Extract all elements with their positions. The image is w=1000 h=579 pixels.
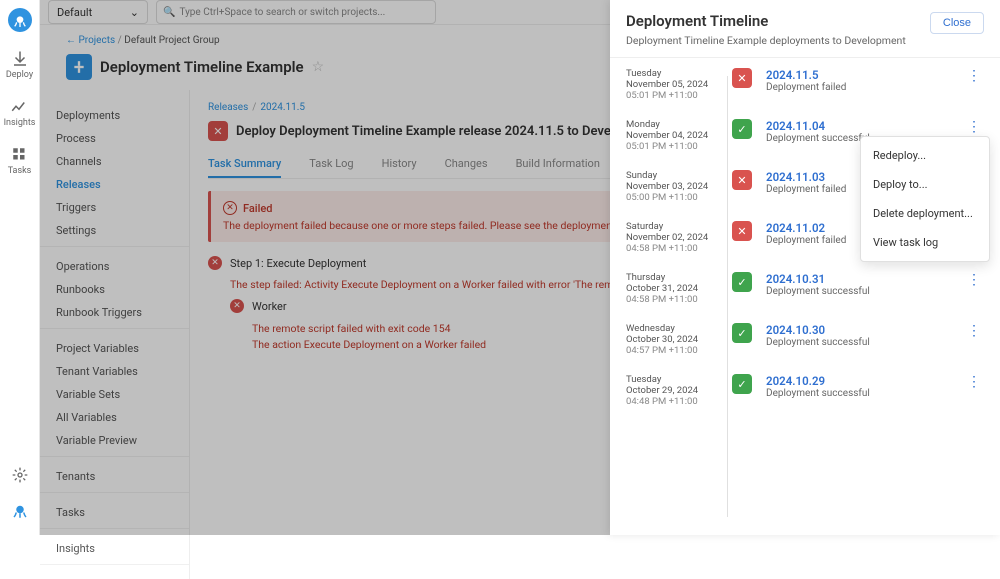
fail-icon: ✕ [732, 68, 752, 88]
timeline-date: ThursdayOctober 31, 202404:58 PM +11:00 [626, 272, 718, 305]
success-icon: ✓ [732, 119, 752, 139]
fail-icon: ✕ [732, 170, 752, 190]
overflow-menu-button[interactable]: ⋮ [963, 323, 984, 339]
timeline-date: TuesdayNovember 05, 202405:01 PM +11:00 [626, 68, 718, 101]
drawer-subtitle: Deployment Timeline Example deployments … [626, 34, 906, 47]
timeline-status: Deployment successful [766, 286, 963, 297]
timeline-date: SaturdayNovember 02, 202404:58 PM +11:00 [626, 221, 718, 254]
timeline-version[interactable]: 2024.10.31 [766, 272, 963, 286]
rail-deploy[interactable]: Deploy [6, 50, 33, 80]
drawer-title: Deployment Timeline [626, 12, 906, 30]
timeline-row: TuesdayOctober 29, 202404:48 PM +11:00 ✓… [626, 374, 984, 407]
timeline-line [727, 76, 728, 517]
timeline-date: TuesdayOctober 29, 202404:48 PM +11:00 [626, 374, 718, 407]
app-logo[interactable] [8, 8, 32, 32]
deployment-timeline-drawer: Deployment Timeline Deployment Timeline … [610, 0, 1000, 535]
success-icon: ✓ [732, 323, 752, 343]
success-icon: ✓ [732, 374, 752, 394]
fail-icon: ✕ [732, 221, 752, 241]
rail-insights[interactable]: Insights [4, 98, 36, 128]
menu-item-view-task-log[interactable]: View task log [861, 228, 989, 257]
timeline-version[interactable]: 2024.11.04 [766, 119, 963, 133]
close-button[interactable]: Close [930, 12, 984, 34]
context-menu: Redeploy...Deploy to...Delete deployment… [860, 136, 990, 262]
timeline-date: WednesdayOctober 30, 202404:57 PM +11:00 [626, 323, 718, 356]
menu-item-redeploy-[interactable]: Redeploy... [861, 141, 989, 170]
settings-icon[interactable] [12, 467, 28, 486]
sidebar-item-insights[interactable]: Insights [40, 537, 189, 560]
nav-rail: Deploy Insights Tasks [0, 0, 40, 535]
rail-tasks[interactable]: Tasks [8, 146, 32, 176]
timeline-row: ThursdayOctober 31, 202404:58 PM +11:00 … [626, 272, 984, 305]
timeline-row: WednesdayOctober 30, 202404:57 PM +11:00… [626, 323, 984, 356]
timeline-version[interactable]: 2024.10.29 [766, 374, 963, 388]
timeline-status: Deployment failed [766, 82, 963, 93]
overflow-menu-button[interactable]: ⋮ [963, 68, 984, 84]
overflow-menu-button[interactable]: ⋮ [963, 119, 984, 135]
timeline-version[interactable]: 2024.11.5 [766, 68, 963, 82]
menu-item-delete-deployment-[interactable]: Delete deployment... [861, 199, 989, 228]
timeline-date: MondayNovember 04, 202405:01 PM +11:00 [626, 119, 718, 152]
timeline-status: Deployment successful [766, 337, 963, 348]
overflow-menu-button[interactable]: ⋮ [963, 272, 984, 288]
overflow-menu-button[interactable]: ⋮ [963, 374, 984, 390]
timeline-status: Deployment successful [766, 388, 963, 399]
success-icon: ✓ [732, 272, 752, 292]
octopus-icon[interactable] [11, 502, 29, 523]
timeline-row: TuesdayNovember 05, 202405:01 PM +11:00 … [626, 68, 984, 101]
timeline-date: SundayNovember 03, 202405:00 PM +11:00 [626, 170, 718, 203]
menu-item-deploy-to-[interactable]: Deploy to... [861, 170, 989, 199]
timeline-version[interactable]: 2024.10.30 [766, 323, 963, 337]
drawer-list: TuesdayNovember 05, 202405:01 PM +11:00 … [610, 58, 1000, 535]
